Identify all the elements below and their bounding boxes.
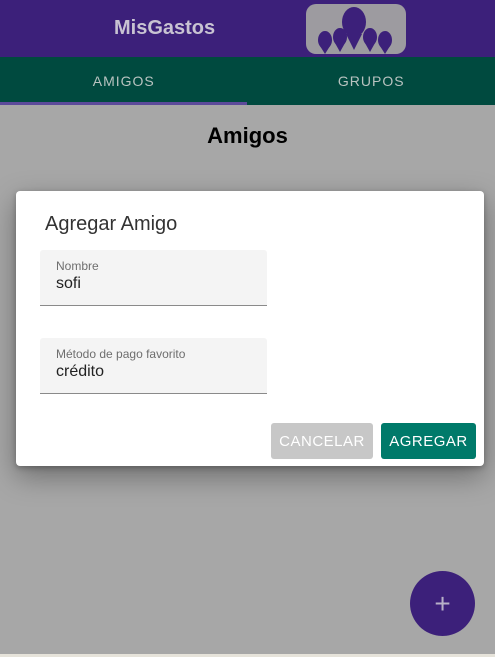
add-friend-dialog: Agregar Amigo Nombre sofi Método de pago… <box>16 191 484 466</box>
app-bar: MisGastos <box>0 0 495 57</box>
cancel-button[interactable]: CANCELAR <box>271 423 373 459</box>
tab-grupos[interactable]: GRUPOS <box>248 57 495 105</box>
active-tab-indicator <box>0 102 247 105</box>
name-field-label: Nombre <box>56 259 99 273</box>
payment-method-field[interactable]: Método de pago favorito crédito <box>40 338 267 394</box>
add-friend-fab[interactable]: + <box>410 571 475 636</box>
add-button[interactable]: AGREGAR <box>381 423 476 459</box>
people-group-logo <box>306 4 406 54</box>
payment-method-field-label: Método de pago favorito <box>56 347 186 361</box>
app-title: MisGastos <box>114 17 216 39</box>
people-group-icon <box>318 7 392 54</box>
name-field[interactable]: Nombre sofi <box>40 250 267 306</box>
page-title: Amigos <box>207 123 288 148</box>
app-root: MisGastos AMIGOS GRUPOS Amigos Agregar A… <box>0 0 495 657</box>
plus-icon: + <box>434 587 451 619</box>
tab-bar: AMIGOS GRUPOS <box>0 57 495 105</box>
tab-amigos[interactable]: AMIGOS <box>0 57 248 105</box>
name-field-value[interactable]: sofi <box>56 275 81 293</box>
payment-method-field-value[interactable]: crédito <box>56 363 104 381</box>
dialog-title: Agregar Amigo <box>45 213 178 235</box>
